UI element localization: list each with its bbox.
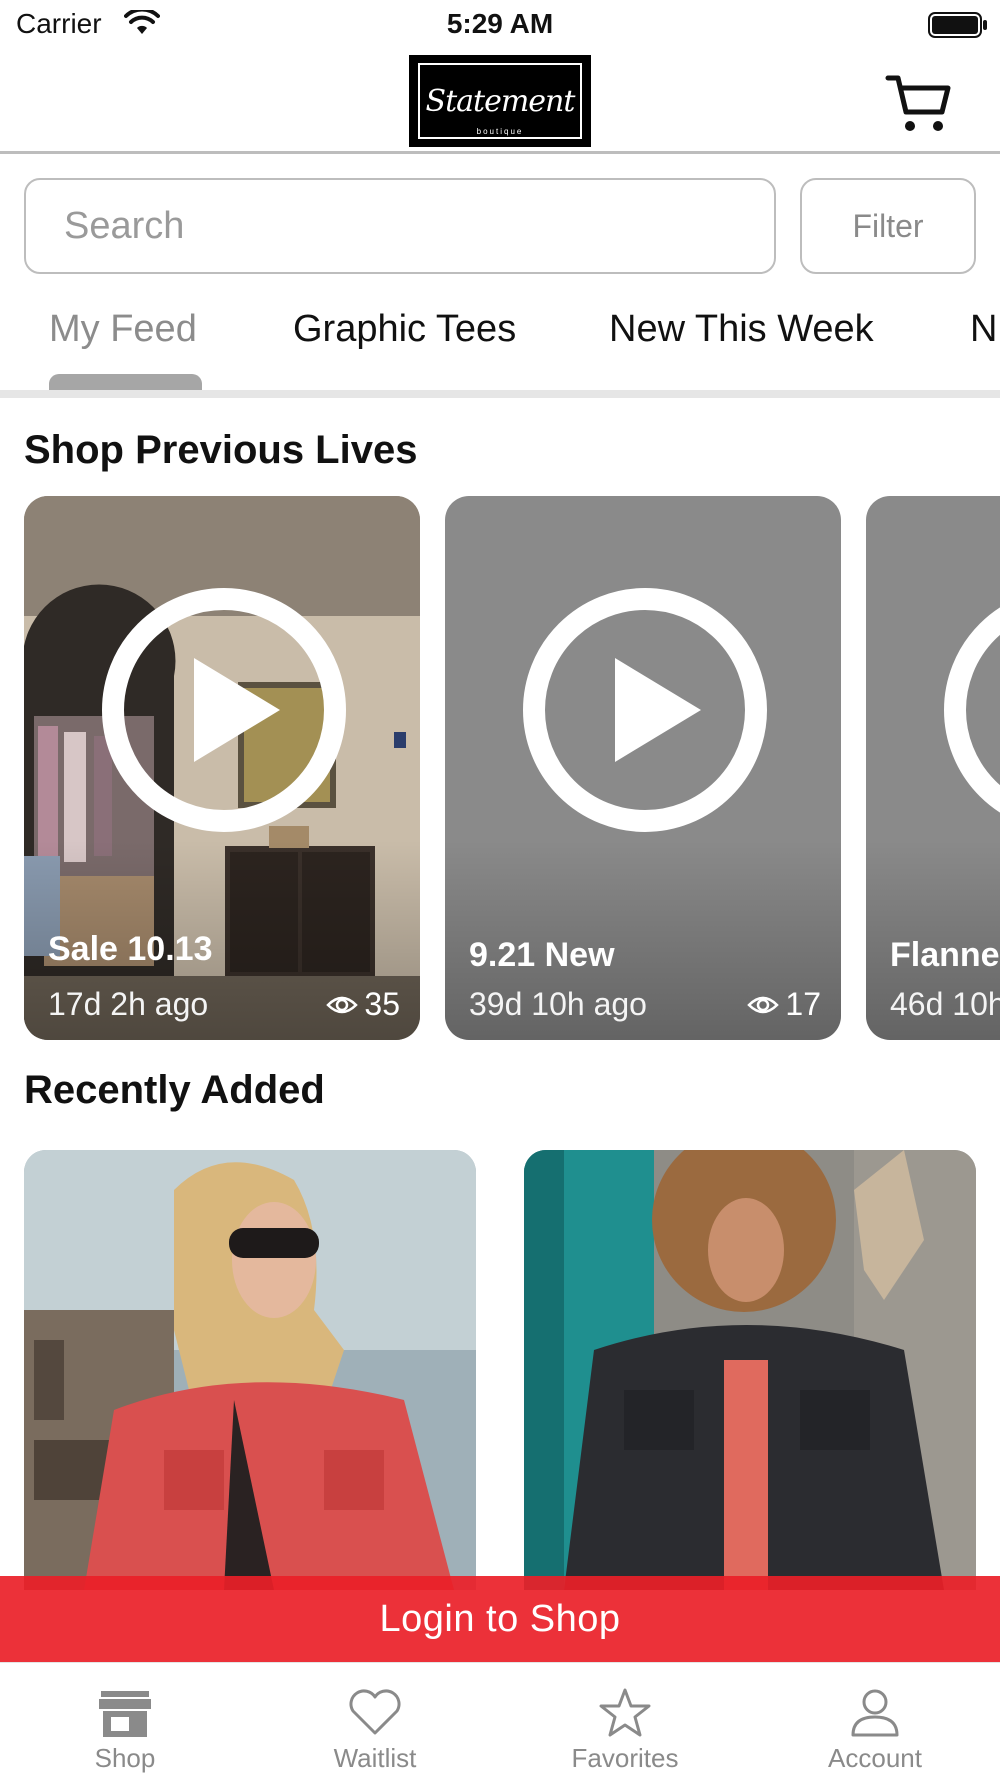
tab-new-this-week[interactable]: New This Week	[609, 308, 874, 351]
cart-icon[interactable]	[884, 72, 954, 136]
tab-graphic-tees[interactable]: Graphic Tees	[293, 308, 516, 351]
nav-label: Waitlist	[333, 1743, 417, 1773]
view-count-value: 17	[785, 986, 821, 1022]
status-bar: Carrier 5:29 AM	[0, 0, 1000, 50]
previous-lives-carousel[interactable]: Sale 10.13 17d 2h ago 35 9.21 New 39d 10…	[0, 496, 1000, 1040]
active-tab-indicator	[49, 374, 202, 390]
play-icon[interactable]	[944, 588, 1000, 832]
eye-icon	[326, 996, 359, 1013]
star-icon	[599, 1688, 651, 1737]
nav-item-favorites[interactable]: Favorites	[500, 1663, 750, 1778]
live-title: 9.21 New	[469, 936, 615, 974]
play-icon[interactable]	[523, 588, 767, 832]
live-time-ago: 46d 10h	[890, 986, 1000, 1022]
nav-label: Shop	[94, 1743, 156, 1773]
filter-button[interactable]: Filter	[800, 178, 976, 274]
play-icon[interactable]	[102, 588, 346, 832]
product-image	[524, 1150, 976, 1590]
logo-text: Statement	[425, 83, 576, 119]
product-card[interactable]	[524, 1150, 976, 1590]
clock: 5:29 AM	[446, 8, 554, 39]
nav-item-shop[interactable]: Shop	[0, 1663, 250, 1778]
live-time-ago: 17d 2h ago	[48, 986, 209, 1022]
product-image	[24, 1150, 476, 1590]
live-view-count: 17	[747, 986, 821, 1023]
nav-item-waitlist[interactable]: Waitlist	[250, 1663, 500, 1778]
person-icon	[851, 1689, 899, 1737]
login-to-shop-button[interactable]: Login to Shop	[0, 1576, 1000, 1662]
section-title-recently-added: Recently Added	[24, 1068, 325, 1112]
search-input[interactable]	[24, 178, 776, 274]
category-tabs: My Feed Graphic Tees New This Week N	[0, 290, 1000, 390]
product-card[interactable]	[24, 1150, 476, 1590]
nav-label: Favorites	[571, 1743, 679, 1773]
app-header: Statement boutique	[0, 50, 1000, 154]
nav-item-account[interactable]: Account	[750, 1663, 1000, 1778]
divider	[0, 390, 1000, 398]
live-view-count: 35	[326, 986, 400, 1023]
live-title: Flannel	[890, 936, 1000, 974]
battery-icon	[928, 12, 987, 38]
eye-icon	[747, 996, 780, 1013]
logo-subtext: boutique	[476, 127, 524, 136]
live-card[interactable]: 9.21 New 39d 10h ago 17	[445, 496, 841, 1040]
live-title: Sale 10.13	[48, 930, 213, 968]
live-card[interactable]: Sale 10.13 17d 2h ago 35	[24, 496, 420, 1040]
view-count-value: 35	[364, 986, 400, 1022]
section-title-previous-lives: Shop Previous Lives	[24, 428, 418, 472]
bottom-nav: Shop Waitlist Favorites Account	[0, 1662, 1000, 1778]
store-icon	[99, 1691, 151, 1737]
tab-next-category[interactable]: N	[970, 308, 997, 351]
nav-label: Account	[828, 1743, 922, 1773]
live-time-ago: 39d 10h ago	[469, 986, 647, 1022]
heart-icon	[349, 1689, 401, 1735]
brand-logo[interactable]: Statement boutique	[409, 55, 591, 147]
tab-my-feed[interactable]: My Feed	[49, 308, 197, 351]
live-card[interactable]: Flannel 46d 10h	[866, 496, 1000, 1040]
